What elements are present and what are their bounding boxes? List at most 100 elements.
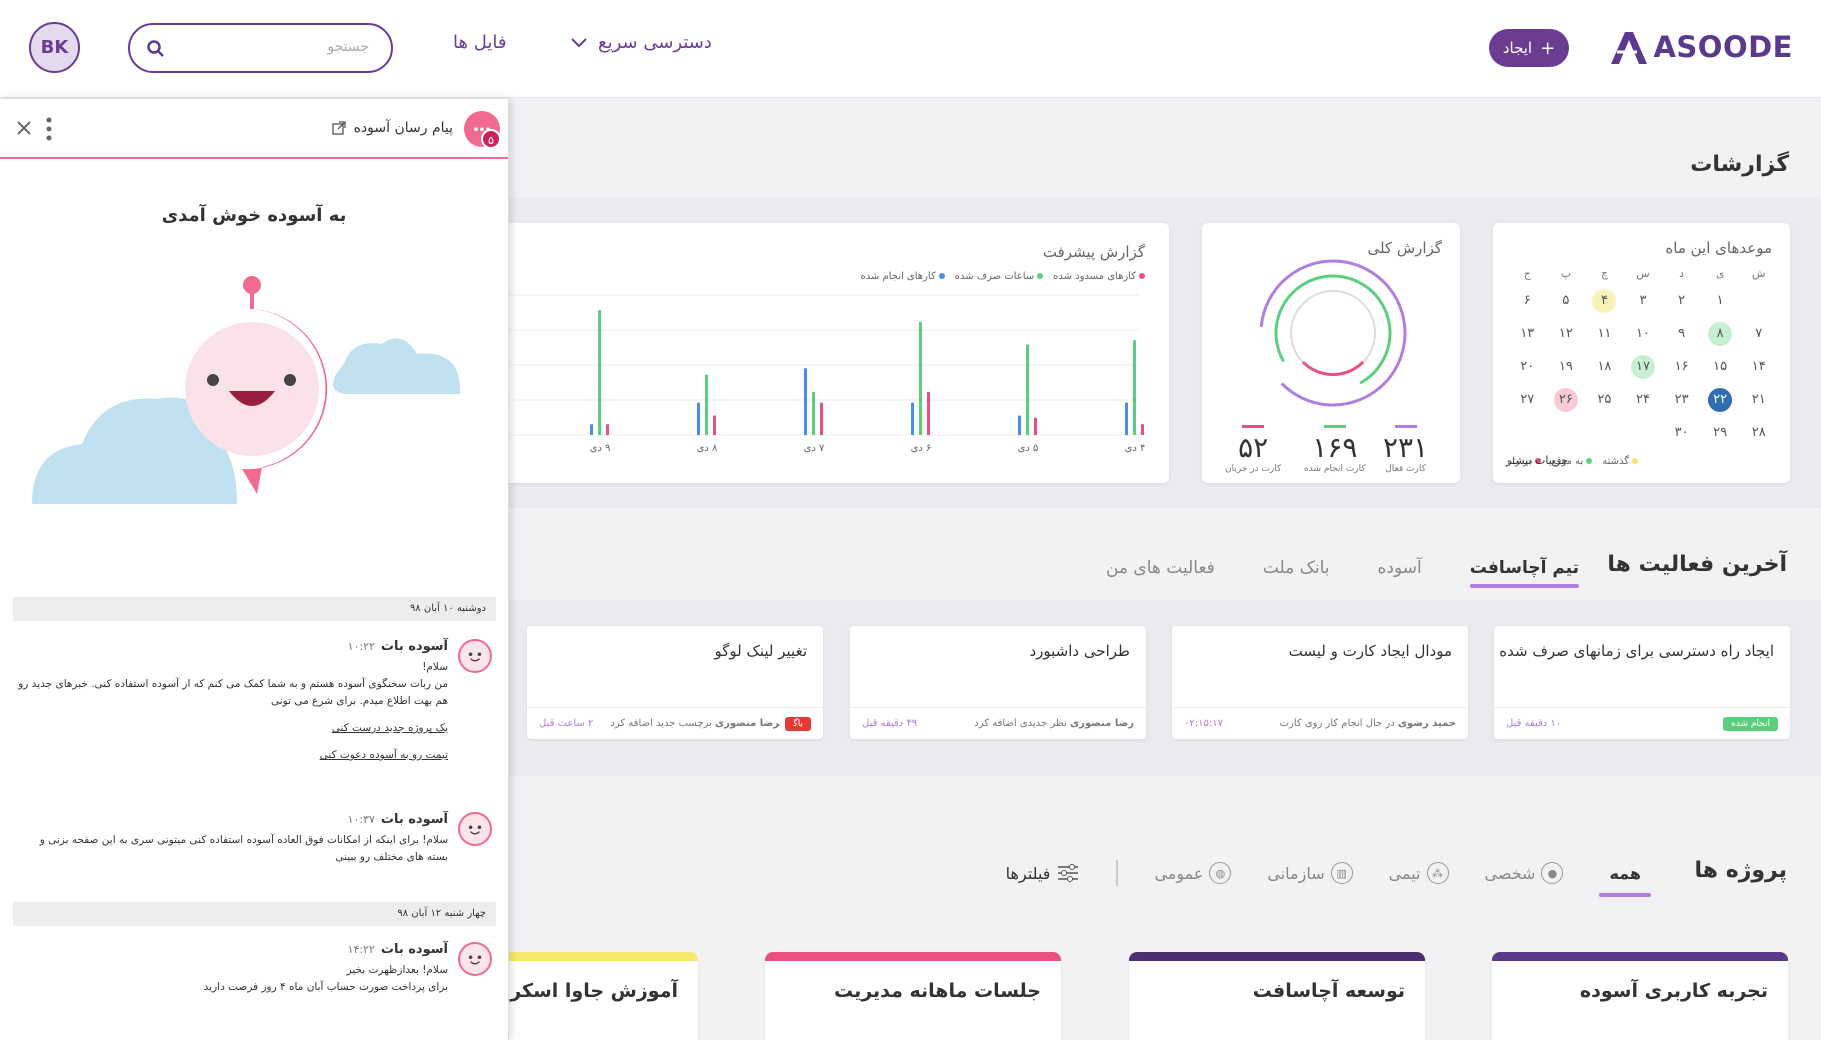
- calendar-day[interactable]: ۲۷: [1515, 388, 1539, 412]
- calendar-day[interactable]: ۱۵: [1708, 355, 1732, 379]
- calendar-day[interactable]: ۱۷: [1631, 355, 1656, 379]
- activity-card[interactable]: تغییر لینک لوگو باگ رضا منصوری برچسب جدید…: [527, 626, 823, 739]
- calendar-day[interactable]: ۲۶: [1553, 388, 1578, 412]
- calendar-day[interactable]: ۲۴: [1631, 388, 1655, 412]
- calendar-day: [1592, 421, 1616, 445]
- message-time: ۱۰:۲۲: [347, 640, 375, 653]
- unread-badge: ۵: [481, 129, 501, 149]
- calendar-day[interactable]: ۲۱: [1747, 388, 1771, 412]
- calendar-day[interactable]: ۱۰: [1631, 322, 1655, 346]
- calendar-day[interactable]: ۲۰: [1515, 355, 1539, 379]
- calendar-day[interactable]: ۸: [1708, 322, 1733, 346]
- tab-bank-mellat[interactable]: بانک ملت: [1263, 558, 1330, 588]
- calendar-title: موعدهای این ماه: [1665, 239, 1772, 257]
- x-tick-label: ۷ دی: [804, 443, 825, 454]
- tab-public[interactable]: ◍ عمومی: [1154, 862, 1232, 898]
- bar-hours: [705, 374, 708, 435]
- project-title: جلسات ماهانه مدیریت: [833, 980, 1041, 1002]
- calendar-day[interactable]: ۱۹: [1554, 355, 1578, 379]
- activity-card[interactable]: طراحی داشبورد رضا منصوری نظر جدیدی اضافه…: [850, 626, 1146, 739]
- activity-footer: انجام شده ۱۰ دقیقه قبل: [1494, 707, 1790, 739]
- calendar-day[interactable]: ۲۸: [1747, 421, 1771, 445]
- calendar-day: [1747, 289, 1771, 313]
- project-card[interactable]: جلسات ماهانه مدیریت: [765, 952, 1061, 1040]
- activity-user: رضا منصوری: [715, 718, 780, 729]
- project-title: تجربه کاربری آسوده: [1579, 980, 1768, 1002]
- bar-done: [590, 424, 593, 435]
- calendar-day[interactable]: ۲۵: [1592, 388, 1616, 412]
- calendar-day[interactable]: ۱۳: [1515, 322, 1539, 346]
- activity-user: حمید رضوی: [1397, 718, 1456, 729]
- sender-name: آسوده بات۱۰:۲۲: [347, 639, 448, 654]
- chat-message: آسوده بات۱۰:۳۷ سلام! برای اینکه از امکان…: [12, 812, 492, 892]
- calendar-day[interactable]: ۴: [1592, 289, 1617, 313]
- legend-past: گذشته: [1602, 456, 1639, 467]
- calendar-day[interactable]: ۱۴: [1747, 355, 1771, 379]
- external-link-icon[interactable]: [331, 121, 346, 135]
- x-tick-label: ۵ دی: [1018, 443, 1039, 454]
- files-link[interactable]: فایل ها: [453, 32, 506, 53]
- bar-blocked: [606, 424, 609, 435]
- calendar-day[interactable]: ۲: [1670, 289, 1694, 313]
- bar-blocked: [1141, 424, 1144, 435]
- more-details-link[interactable]: جزییات بیشتر: [1506, 454, 1568, 467]
- kebab-menu-icon[interactable]: [46, 117, 52, 141]
- filter-sliders-icon: [1058, 864, 1079, 882]
- calendar-day[interactable]: ۵: [1554, 289, 1578, 313]
- tab-achasoft[interactable]: تیم آچاسافت: [1469, 558, 1580, 588]
- tab-my-activities[interactable]: فعالیت های من: [1106, 558, 1215, 588]
- sender-name: آسوده بات۱۰:۳۷: [347, 812, 448, 827]
- quick-access-menu[interactable]: دسترسی سریع: [570, 32, 712, 53]
- logo-text: ASOODE: [1653, 30, 1793, 64]
- calendar-day[interactable]: ۶: [1515, 289, 1539, 313]
- plus-icon: +: [1540, 37, 1556, 59]
- messenger-title[interactable]: پیام رسان آسوده: [331, 120, 453, 136]
- calendar-day[interactable]: ۱۲: [1554, 322, 1578, 346]
- messenger-panel: … ۵ پیام رسان آسوده به آسوده خوش آمدی دو…: [0, 99, 509, 1040]
- calendar-day[interactable]: ۱: [1708, 289, 1732, 313]
- tab-team[interactable]: ⁂ تیمی: [1389, 862, 1449, 898]
- bar-done: [697, 402, 700, 435]
- chat-message: آسوده بات۱۴:۲۲ سلام! بعدازظهرت بخیر برای…: [12, 942, 492, 1012]
- search-icon[interactable]: [146, 39, 166, 59]
- message-text: من ربات سخنگوی آسوده هستم و به شما کمک م…: [18, 678, 448, 707]
- calendar-day[interactable]: ۱۸: [1592, 355, 1616, 379]
- user-avatar[interactable]: BK: [29, 22, 80, 73]
- calendar-day[interactable]: ۹: [1670, 322, 1694, 346]
- calendar-day[interactable]: ۱۶: [1670, 355, 1694, 379]
- filters-button[interactable]: فیلترها: [1006, 863, 1081, 897]
- close-icon[interactable]: [16, 120, 32, 136]
- tab-asoode[interactable]: آسوده: [1378, 558, 1422, 588]
- invite-team-link[interactable]: تیمت رو به آسوده دعوت کنی: [18, 747, 448, 764]
- top-bar: ASOODE + ایجاد دسترسی سریع فایل ها جستجو…: [0, 0, 1821, 98]
- project-title: توسعه آچاسافت: [1252, 980, 1405, 1002]
- activity-card[interactable]: ایجاد راه دسترسی برای زمانهای صرف شده ان…: [1494, 626, 1790, 739]
- calendar-day[interactable]: ۳: [1631, 289, 1655, 313]
- progress-card: گزارش پیشرفت کارهای مسدود شده ساعات صرف …: [505, 223, 1169, 483]
- calendar-day[interactable]: ۱۱: [1592, 322, 1616, 346]
- chevron-down-icon: [571, 37, 587, 47]
- calendar-day[interactable]: ۲۲: [1708, 388, 1733, 412]
- logo[interactable]: ASOODE: [1607, 28, 1793, 66]
- project-card[interactable]: توسعه آچاسافت: [1129, 952, 1425, 1040]
- project-card[interactable]: تجربه کاربری آسوده: [1492, 952, 1788, 1040]
- welcome-text: به آسوده خوش آمدی: [161, 205, 347, 226]
- weekday-label: ج: [1523, 267, 1531, 280]
- activity-card[interactable]: مودال ایجاد کارت و لیست حمید رضوی در حال…: [1172, 626, 1468, 739]
- calendar-day[interactable]: ۷: [1747, 322, 1771, 346]
- calendar-day[interactable]: ۲۹: [1708, 421, 1732, 445]
- weekday-label: د: [1679, 267, 1685, 280]
- message-greeting: سلام!: [422, 661, 448, 673]
- tab-organization[interactable]: ▥ سازمانی: [1267, 862, 1353, 898]
- search-input[interactable]: جستجو: [128, 23, 393, 73]
- create-button[interactable]: + ایجاد: [1489, 29, 1569, 67]
- tab-personal[interactable]: ● شخصی: [1485, 862, 1564, 898]
- calendar-day[interactable]: ۳۰: [1670, 421, 1694, 445]
- weekday-label: س: [1636, 267, 1650, 280]
- tab-all[interactable]: همه: [1599, 864, 1651, 897]
- robot-mascot-illustration: [32, 276, 461, 504]
- create-project-link[interactable]: یک پروژه جدید درست کنی: [18, 720, 448, 737]
- bar-done: [1125, 402, 1128, 435]
- calendar-day[interactable]: ۲۳: [1670, 388, 1694, 412]
- message-text: سلام! برای اینکه از امکانات فوق العاده آ…: [39, 834, 448, 863]
